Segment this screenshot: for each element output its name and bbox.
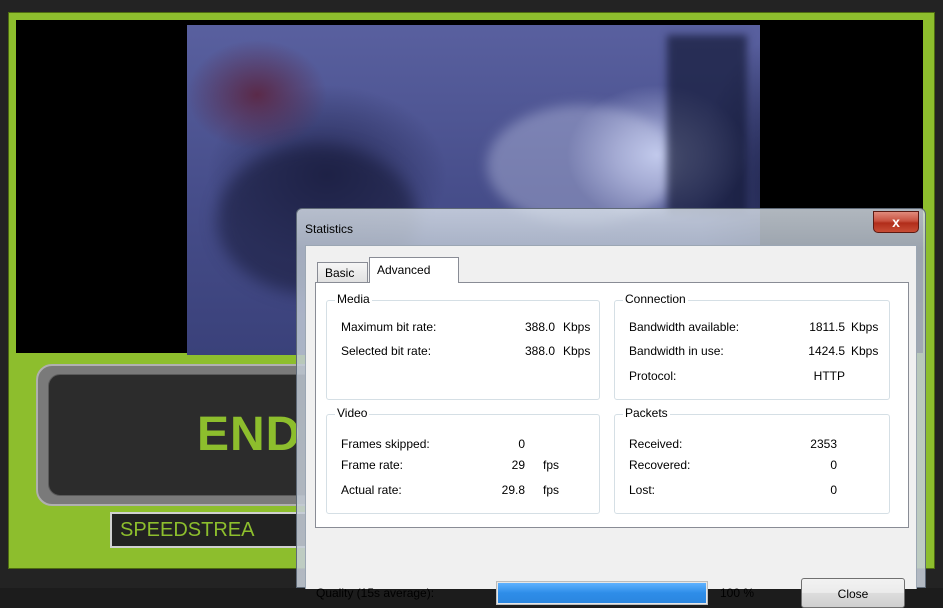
bandwidth-available-value: 1811.5 <box>809 320 845 334</box>
advanced-panel: Media Maximum bit rate: 388.0 Kbps Selec… <box>315 282 909 528</box>
frame-rate-label: Frame rate: <box>341 458 404 472</box>
bandwidth-available-label: Bandwidth available: <box>629 320 740 334</box>
frames-skipped-value: 0 <box>518 437 525 451</box>
banner-text: END <box>197 408 302 461</box>
bandwidth-available-unit: Kbps <box>851 320 879 334</box>
selected-bitrate-value: 388.0 <box>524 344 555 358</box>
actual-rate-unit: fps <box>543 483 560 497</box>
actual-rate-label: Actual rate: <box>341 483 402 497</box>
protocol-value: HTTP <box>813 369 845 383</box>
actual-rate-value: 29.8 <box>501 483 525 497</box>
statistics-dialog: Statistics x Basic Advanced Media Maximu… <box>296 208 926 608</box>
close-icon[interactable]: x <box>873 211 919 233</box>
bandwidth-in-use-label: Bandwidth in use: <box>629 344 724 358</box>
selected-bitrate-unit: Kbps <box>563 344 591 358</box>
frame-rate-value: 29 <box>511 458 525 472</box>
video-group: Video Frames skipped: 0 Frame rate: 29 f… <box>326 406 600 514</box>
received-value: 2353 <box>810 437 837 451</box>
packets-group: Packets Received: 2353 Recovered: 0 Lost… <box>614 406 890 514</box>
recovered-label: Recovered: <box>629 458 691 472</box>
quality-progress-bar <box>496 581 708 605</box>
selected-bitrate-label: Selected bit rate: <box>341 344 432 358</box>
quality-progress-fill <box>498 583 706 603</box>
quality-label: Quality (15s average): <box>316 586 435 600</box>
bandwidth-in-use-value: 1424.5 <box>808 344 845 358</box>
quality-percent: 100 % <box>720 586 755 600</box>
media-group-title: Media <box>335 292 372 306</box>
close-button[interactable]: Close <box>801 578 905 608</box>
received-label: Received: <box>629 437 683 451</box>
dialog-title: Statistics <box>305 222 354 236</box>
dialog-titlebar[interactable]: Statistics x <box>297 209 925 245</box>
dialog-client: Basic Advanced Media Maximum bit rate: 3… <box>305 245 917 608</box>
lost-value: 0 <box>830 483 837 497</box>
tab-advanced[interactable]: Advanced <box>369 257 459 283</box>
lost-label: Lost: <box>629 483 656 497</box>
bandwidth-in-use-unit: Kbps <box>851 344 879 358</box>
subbanner-text: SPEEDSTREA <box>120 519 255 541</box>
recovered-value: 0 <box>830 458 837 472</box>
protocol-label: Protocol: <box>629 369 677 383</box>
tab-basic[interactable]: Basic <box>317 262 368 282</box>
max-bitrate-label: Maximum bit rate: <box>341 320 437 334</box>
media-group: Media Maximum bit rate: 388.0 Kbps Selec… <box>326 292 600 400</box>
max-bitrate-unit: Kbps <box>563 320 591 334</box>
connection-group: Connection Bandwidth available: 1811.5 K… <box>614 292 890 400</box>
max-bitrate-value: 388.0 <box>524 320 555 334</box>
connection-group-title: Connection <box>623 292 688 306</box>
video-group-title: Video <box>335 406 370 420</box>
packets-group-title: Packets <box>623 406 670 420</box>
frames-skipped-label: Frames skipped: <box>341 437 430 451</box>
frame-rate-unit: fps <box>543 458 560 472</box>
